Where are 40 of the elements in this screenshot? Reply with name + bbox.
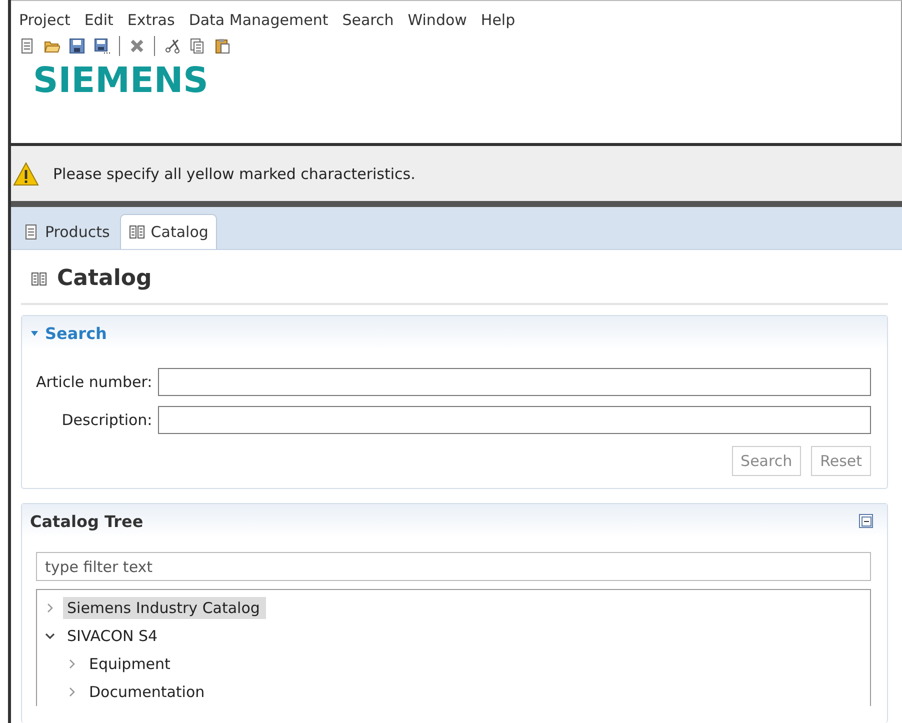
warning-message: Please specify all yellow marked characteristics. bbox=[53, 164, 416, 182]
chevron-right-icon[interactable] bbox=[45, 603, 55, 613]
field-label: Article number: bbox=[36, 373, 152, 391]
filter-field[interactable]: type filter text bbox=[36, 552, 871, 581]
chevron-down-icon[interactable] bbox=[45, 631, 55, 641]
menu-item[interactable]: Edit bbox=[84, 11, 114, 29]
menu-item[interactable]: Extras bbox=[127, 11, 175, 29]
button[interactable]: Reset bbox=[811, 446, 871, 476]
warning-icon bbox=[13, 160, 39, 186]
chevron-right-icon[interactable] bbox=[67, 659, 77, 669]
section-title: Catalog Tree bbox=[30, 512, 144, 530]
field-label: Description: bbox=[60, 411, 152, 429]
clipboard-icon[interactable] bbox=[214, 38, 230, 54]
menu-item[interactable]: Window bbox=[408, 11, 467, 29]
menu-item[interactable]: Data Management bbox=[188, 11, 328, 29]
tree-item[interactable]: Equipment bbox=[85, 653, 176, 675]
tab[interactable]: Catalog bbox=[120, 214, 218, 249]
button[interactable]: Search bbox=[732, 446, 802, 476]
tree-item[interactable]: Siemens Industry Catalog bbox=[63, 597, 266, 619]
tree-item[interactable]: SIVACON S4 bbox=[63, 625, 164, 647]
tree-item[interactable]: Documentation bbox=[85, 681, 211, 703]
input-field[interactable] bbox=[158, 368, 871, 396]
book-icon bbox=[128, 224, 145, 240]
cross-icon[interactable] bbox=[129, 38, 145, 54]
caret-down-icon bbox=[30, 328, 39, 338]
copy-icon[interactable] bbox=[189, 38, 205, 54]
document-icon bbox=[23, 224, 39, 240]
collapse-all-icon[interactable] bbox=[859, 514, 873, 528]
chevron-right-icon[interactable] bbox=[67, 687, 77, 697]
tab[interactable]: Products bbox=[15, 215, 118, 249]
book-icon bbox=[31, 270, 47, 286]
section-toggle[interactable]: Search bbox=[30, 324, 107, 342]
menu-item[interactable]: Search bbox=[342, 11, 394, 29]
document-icon[interactable] bbox=[19, 38, 35, 54]
menu-item[interactable]: Project bbox=[19, 11, 70, 29]
menu-item[interactable]: Help bbox=[480, 11, 516, 29]
page-title: Catalog bbox=[57, 266, 152, 291]
input-field[interactable] bbox=[158, 406, 871, 434]
logo: SIEMENS bbox=[32, 60, 210, 100]
scissors-icon[interactable] bbox=[164, 38, 180, 54]
